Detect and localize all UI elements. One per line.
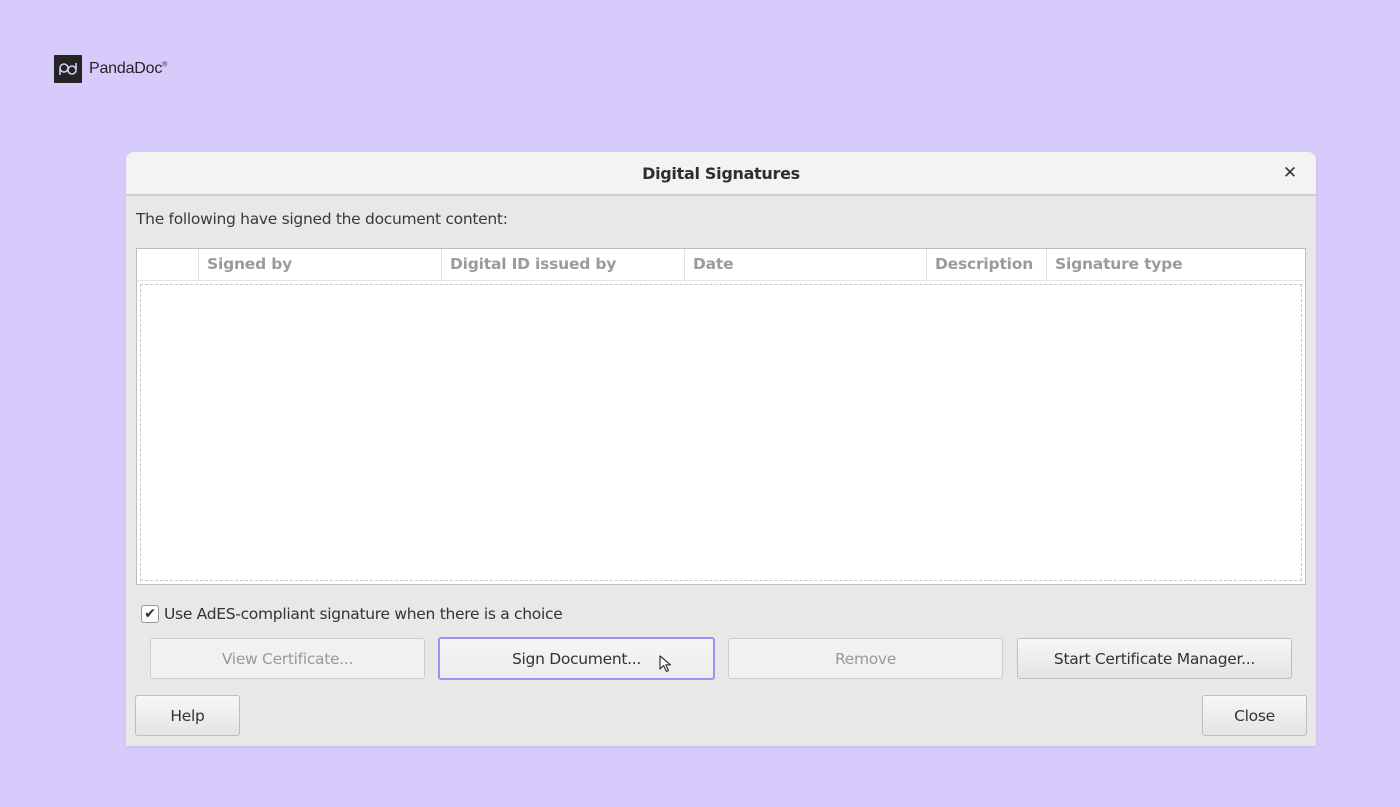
close-button[interactable]: Close <box>1202 695 1307 736</box>
column-header-digital-id-issued-by[interactable]: Digital ID issued by <box>441 249 684 280</box>
ades-checkbox-label: Use AdES-compliant signature when there … <box>164 605 563 623</box>
table-header: Signed by Digital ID issued by Date Desc… <box>137 249 1305 281</box>
column-header-icon[interactable] <box>137 249 198 280</box>
dialog-titlebar: Digital Signatures ✕ <box>126 152 1316 196</box>
view-certificate-button[interactable]: View Certificate... <box>150 638 425 679</box>
column-header-description[interactable]: Description <box>926 249 1046 280</box>
start-certificate-manager-button[interactable]: Start Certificate Manager... <box>1017 638 1292 679</box>
remove-button[interactable]: Remove <box>728 638 1003 679</box>
ades-checkbox-row[interactable]: ✔ Use AdES-compliant signature when ther… <box>141 605 563 623</box>
table-body-empty[interactable] <box>140 284 1302 581</box>
close-icon[interactable]: ✕ <box>1280 163 1300 183</box>
help-button[interactable]: Help <box>135 695 240 736</box>
ades-checkbox[interactable]: ✔ <box>141 605 159 623</box>
digital-signatures-dialog: Digital Signatures ✕ The following have … <box>126 152 1316 746</box>
pandadoc-logo: PandaDoc® <box>54 55 167 83</box>
column-header-signature-type[interactable]: Signature type <box>1046 249 1305 280</box>
dialog-title: Digital Signatures <box>642 163 800 183</box>
column-header-date[interactable]: Date <box>684 249 926 280</box>
signatures-table[interactable]: Signed by Digital ID issued by Date Desc… <box>136 248 1306 585</box>
pandadoc-logo-icon <box>54 55 82 83</box>
brand-name: PandaDoc® <box>89 60 168 77</box>
mouse-pointer-icon <box>659 655 675 677</box>
column-header-signed-by[interactable]: Signed by <box>198 249 441 280</box>
intro-text: The following have signed the document c… <box>136 210 508 228</box>
